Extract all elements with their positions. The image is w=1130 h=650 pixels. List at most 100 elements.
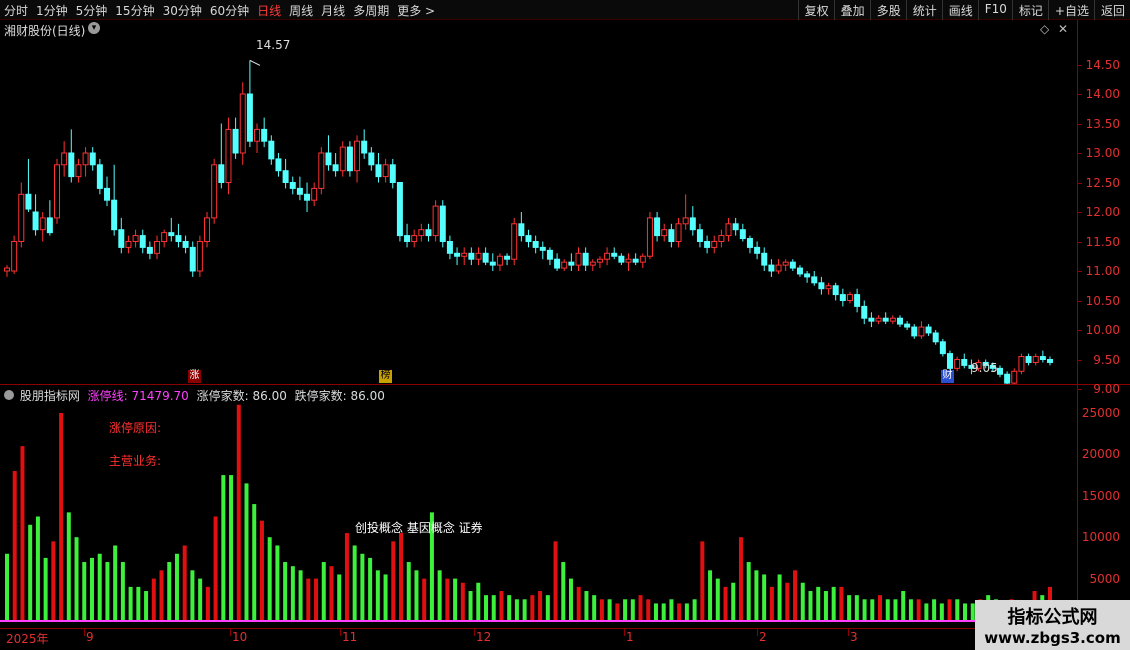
tool-button-2[interactable]: 多股: [869, 0, 906, 20]
candle-body: [846, 294, 853, 302]
volume-bar: [592, 595, 597, 620]
candle-body: [754, 246, 761, 254]
price-tick-7: 11.00: [1085, 264, 1120, 278]
candle-body: [832, 285, 839, 296]
candle-body: [782, 261, 789, 266]
volume-bar: [769, 586, 774, 620]
volume-bar: [615, 603, 620, 620]
volume-bar: [963, 603, 968, 620]
volume-bar: [12, 470, 17, 620]
candle-body: [168, 232, 175, 237]
volume-bar: [646, 599, 651, 620]
candle-body: [532, 241, 539, 248]
volume-bar: [553, 541, 558, 620]
candle-body: [804, 273, 811, 278]
candle-body: [632, 258, 639, 263]
candle-body: [868, 317, 875, 322]
period-tab-5[interactable]: 60分钟: [206, 0, 253, 19]
volume-bar: [128, 586, 133, 620]
candle-body: [839, 294, 846, 302]
volume-bar: [35, 516, 40, 620]
volume-bar: [120, 562, 125, 620]
candle-body: [211, 164, 218, 219]
candle-body: [918, 326, 925, 337]
period-tab-1[interactable]: 1分钟: [32, 0, 72, 19]
candle-body: [718, 235, 725, 243]
period-tab-7[interactable]: 周线: [285, 0, 317, 19]
candle-body: [161, 232, 168, 242]
tool-button-8[interactable]: 返回: [1093, 0, 1130, 20]
candle-body: [246, 93, 253, 142]
candle-body: [661, 229, 668, 237]
volume-bar: [623, 599, 628, 620]
volume-bar: [298, 570, 303, 620]
candle-body: [539, 246, 546, 251]
tool-button-6[interactable]: 标记: [1011, 0, 1048, 20]
price-tick-2: 13.50: [1085, 116, 1120, 131]
period-tab-4[interactable]: 30分钟: [159, 0, 206, 19]
volume-bar: [561, 562, 566, 620]
volume-bar: [43, 557, 48, 620]
candle-body: [818, 282, 825, 290]
candle-body: [954, 359, 961, 369]
right-axis-divider: [1077, 20, 1078, 630]
rank-badge[interactable]: 榜: [379, 370, 392, 383]
time-tick-mark: [757, 628, 758, 636]
volume-bar: [785, 582, 790, 620]
volume-bar: [329, 566, 334, 620]
candle-body: [1047, 359, 1053, 363]
candle-body: [861, 305, 868, 319]
candle-body: [454, 252, 461, 257]
candle-body: [689, 217, 696, 231]
candle-body: [32, 211, 39, 231]
candle-body: [889, 317, 896, 322]
candle-body: [204, 217, 211, 242]
tool-button-3[interactable]: 统计: [905, 0, 942, 20]
finance-badge[interactable]: 财: [941, 370, 954, 383]
tool-button-0[interactable]: 复权: [797, 0, 834, 20]
candle-body: [575, 252, 582, 266]
candle-body: [896, 317, 903, 325]
period-tab-9[interactable]: 多周期: [349, 0, 393, 19]
price-tick-10: 9.50: [1093, 352, 1120, 367]
period-tabs: 分时 1分钟 5分钟 15分钟 30分钟 60分钟 日线 周线 月线 多周期 更多 >: [0, 0, 439, 20]
time-tick-mark: [474, 628, 475, 636]
tool-button-1[interactable]: 叠加: [833, 0, 870, 20]
candle-body: [646, 217, 653, 257]
candle-body: [325, 152, 332, 166]
volume-bar: [236, 404, 241, 620]
price-tick-mark: [1077, 94, 1082, 95]
candle-body: [18, 193, 25, 243]
volume-bar: [476, 582, 481, 620]
candle-body: [25, 193, 32, 210]
period-tab-2[interactable]: 5分钟: [72, 0, 112, 19]
candle-body: [196, 241, 203, 272]
candle-body: [389, 164, 396, 184]
candle-body: [682, 217, 689, 225]
period-tab-0[interactable]: 分时: [0, 0, 32, 19]
period-tab-10[interactable]: 更多 >: [393, 0, 439, 19]
volume-bar: [352, 545, 357, 620]
price-tick-mark: [1077, 123, 1082, 125]
limit-up-badge[interactable]: 涨: [188, 370, 201, 383]
volume-bar: [908, 599, 913, 620]
tool-button-5[interactable]: F10: [977, 0, 1012, 20]
candle-body: [475, 252, 482, 260]
candle-body: [525, 235, 532, 243]
candle-body: [668, 229, 675, 242]
volume-bar: [113, 545, 118, 620]
period-tab-3[interactable]: 15分钟: [111, 0, 158, 19]
tool-button-7[interactable]: +自选: [1047, 0, 1094, 20]
time-tick-1: 9: [86, 630, 94, 644]
period-tab-8[interactable]: 月线: [317, 0, 349, 19]
volume-bar: [468, 591, 473, 620]
candle-body: [461, 252, 468, 257]
volume-bar: [159, 570, 164, 620]
volume-bar: [174, 553, 179, 620]
price-tick-3: 13.00: [1085, 146, 1120, 160]
period-tab-6[interactable]: 日线: [253, 0, 285, 19]
candle-body: [882, 317, 889, 322]
volume-bar: [89, 557, 94, 620]
tool-button-4[interactable]: 画线: [941, 0, 978, 20]
candle-body: [339, 146, 346, 172]
